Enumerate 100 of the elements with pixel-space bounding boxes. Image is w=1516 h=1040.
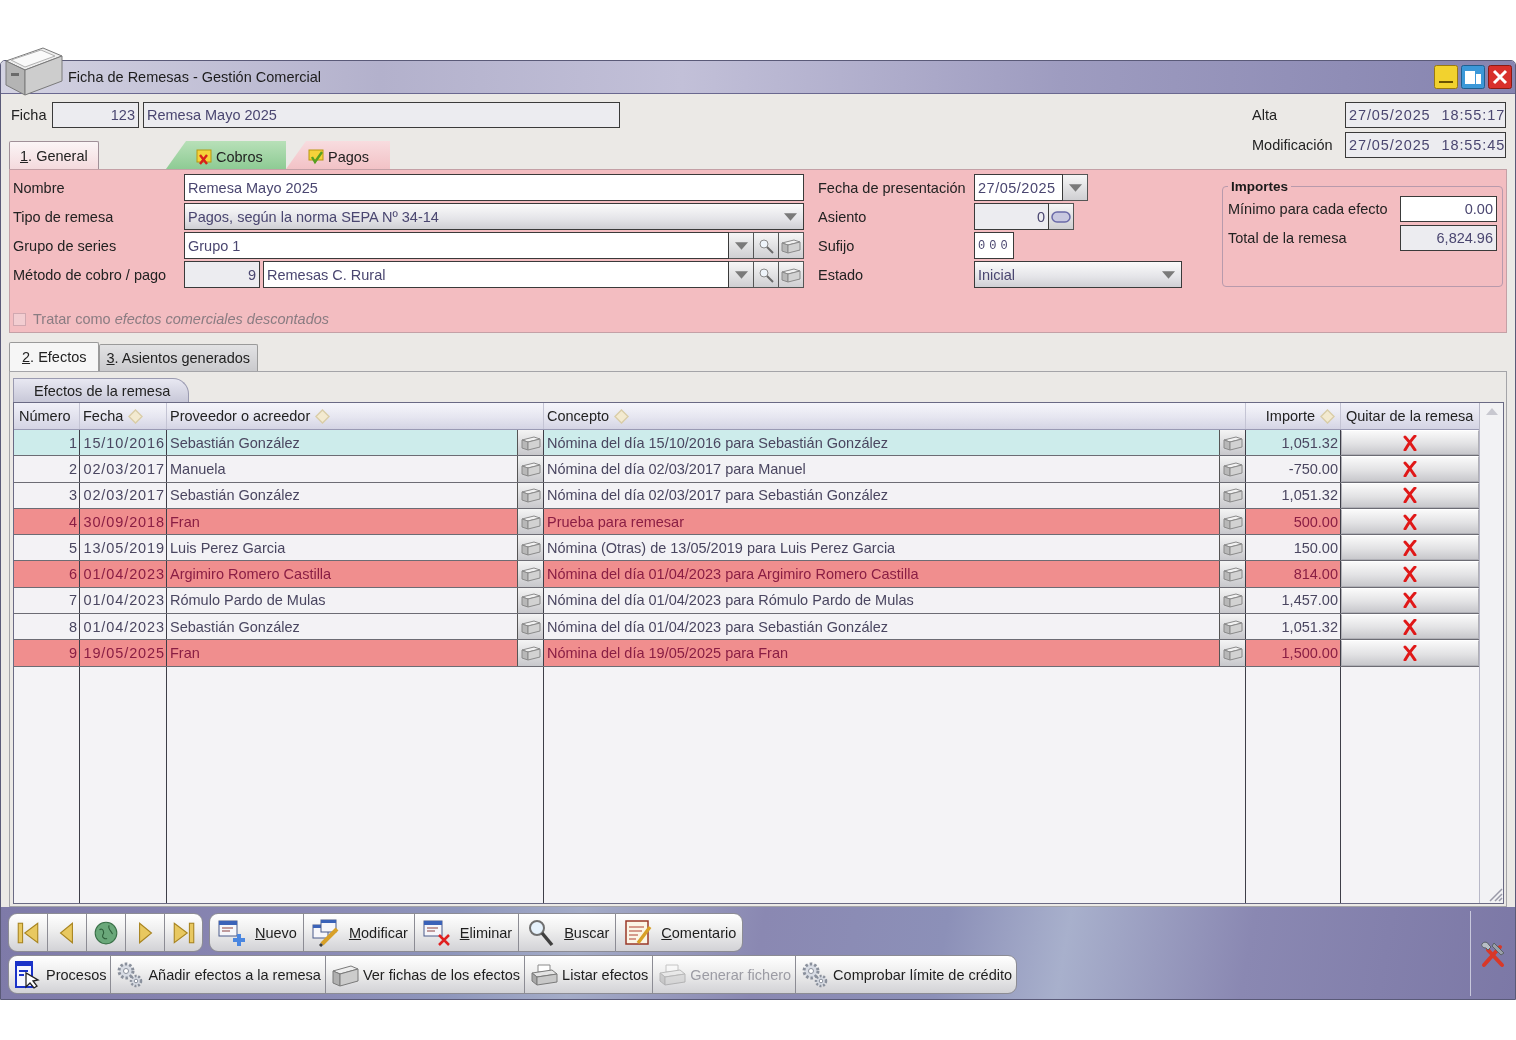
date-field[interactable]: 27/05/2025 [974,174,1063,201]
open-card-button[interactable] [517,587,543,614]
remove-button[interactable] [1341,614,1479,640]
remove-button[interactable] [1341,508,1479,535]
table-cell: Nómina del día 01/04/2023 para Argimiro Romero Castilla [547,566,919,583]
column-header[interactable]: Proveedor o acreedor [167,403,544,429]
column-header[interactable]: Fecha [80,403,167,429]
table-row[interactable]: 7 01/04/2023 Rómulo Pardo de Mulas Nómina del día 01/04/2023 para Rómulo Pardo de Mulas 1,457.00 [14,587,1479,615]
close-button[interactable] [1488,65,1512,89]
remove-button[interactable] [1341,430,1479,456]
globe-button[interactable] [86,913,125,952]
remove-button[interactable] [1341,482,1479,508]
restore-button[interactable] [1461,65,1485,89]
name-field[interactable]: Remesa Mayo 2025 [184,174,804,201]
table-cell: Sebastián González [170,434,300,451]
remove-button[interactable] [1341,561,1479,587]
open-card-button[interactable] [779,261,804,288]
next-record-button[interactable] [125,913,164,952]
first-record-button[interactable] [8,913,47,952]
search-button[interactable]: Buscar [518,913,616,952]
open-entry-button[interactable] [1049,203,1074,230]
total-amount-field: 6,824.96 [1400,225,1497,251]
minimum-amount-field[interactable]: 0.00 [1400,196,1497,222]
record-number-field[interactable]: 123 [52,102,139,128]
open-card-button[interactable] [779,232,804,259]
open-card-button[interactable] [1219,587,1245,614]
delete-button[interactable]: Eliminar [413,913,519,952]
open-card-button[interactable] [517,640,543,666]
column-header[interactable]: Concepto [544,403,1246,429]
table-row[interactable]: 2 02/03/2017 Manuela Nómina del día 02/03/2017 para Manuel -750.00 [14,456,1479,483]
minimize-button[interactable] [1434,65,1458,89]
tab[interactable]: 3. Asientos generados [98,344,258,371]
open-card-button[interactable] [517,456,543,482]
remove-button[interactable] [1341,587,1479,614]
box-icon [1222,460,1243,477]
gears-button[interactable]: Comprobar límite de crédito [795,955,1018,994]
open-card-button[interactable] [517,561,543,587]
search-button[interactable] [754,261,779,288]
edit-button[interactable]: Modificar [302,913,414,952]
gears-button[interactable]: Añadir efectos a la remesa [110,955,325,994]
method-field[interactable]: Remesas C. Rural [263,261,729,288]
table-row[interactable]: 9 19/05/2025 Fran Nómina del día 19/05/2025 para Fran 1,500.00 [14,640,1479,667]
previous-record-button[interactable] [47,913,86,952]
entry-field[interactable]: 0 [974,203,1049,230]
resize-grip-icon[interactable] [1489,888,1503,902]
open-card-button[interactable] [1219,561,1245,587]
method-code-field[interactable]: 9 [184,261,260,288]
table-cell: 01/04/2023 [80,587,167,614]
dropdown-button[interactable] [729,232,754,259]
field-label: Alta [1252,107,1278,123]
column-header[interactable]: Quitar de la remesa [1341,403,1479,429]
open-card-button[interactable] [1219,614,1245,640]
remove-button[interactable] [1341,640,1479,666]
column-header[interactable]: Número [14,403,80,429]
table-row[interactable]: 4 30/09/2018 Fran Prueba para remesar 500.00 [14,508,1479,536]
table-cell: Nómina del día 01/04/2023 para Rómulo Pardo de Mulas [547,592,914,609]
tab[interactable]: 1. General [9,141,99,169]
last-record-button[interactable] [164,913,203,952]
table-cell: Nómina (Otras) de 13/05/2019 para Luis Perez Garcia [547,539,896,556]
globe-icon [93,919,119,946]
open-card-button[interactable] [517,508,543,535]
table-row[interactable]: 5 13/05/2019 Luis Perez Garcia Nómina (Otras) de 13/05/2019 para Luis Perez Garcia 150.00 [14,535,1479,562]
printer-button[interactable]: Listar efectos [524,955,653,994]
status-dropdown[interactable]: Inicial [974,261,1182,288]
open-card-button[interactable] [517,430,543,456]
table-row[interactable]: 3 02/03/2017 Sebastián González Nómina del día 02/03/2017 para Sebastián González 1,051.32 [14,482,1479,509]
document-cursor-icon [14,960,42,989]
open-card-button[interactable] [1219,640,1245,666]
open-card-button[interactable] [1219,456,1245,482]
new-button[interactable]: Nuevo [209,913,303,952]
dropdown-button[interactable] [1063,174,1088,201]
open-card-button[interactable] [1219,482,1245,508]
open-card-button[interactable] [1219,508,1245,535]
column-header[interactable]: Importe [1246,403,1341,429]
record-name-field[interactable]: Remesa Mayo 2025 [143,102,620,128]
remove-button[interactable] [1341,535,1479,561]
processes-button[interactable]: Procesos [8,955,111,994]
table-row[interactable]: 6 01/04/2023 Argimiro Romero Castilla Nómina del día 01/04/2023 para Argimiro Romero Castilla 814.00 [14,561,1479,588]
open-card-button[interactable] [517,482,543,508]
tab[interactable]: Pagos [286,141,390,169]
remove-button[interactable] [1341,456,1479,482]
open-card-button[interactable] [1219,430,1245,456]
field-label: Ficha [10,107,48,123]
cabinet-button[interactable]: Ver fichas de los efectos [324,955,525,994]
open-card-button[interactable] [517,614,543,640]
tab[interactable]: 2. Efectos [9,342,99,371]
type-dropdown[interactable]: Pagos, según la norma SEPA Nº 34-14 [184,203,804,230]
window-plus-icon [218,918,246,947]
tab[interactable]: Efectos de la remesa [13,378,189,402]
series-field[interactable]: Grupo 1 [184,232,729,259]
scrollbar[interactable] [1479,403,1503,903]
dropdown-button[interactable] [729,261,754,288]
open-card-button[interactable] [517,535,543,561]
open-card-button[interactable] [1219,535,1245,561]
tab[interactable]: Cobros [166,141,286,169]
comment-button[interactable]: Comentario [615,913,744,952]
table-row[interactable]: 8 01/04/2023 Sebastián González Nómina del día 01/04/2023 para Sebastián González 1,051.32 [14,614,1479,641]
suffix-field[interactable]: 000 [974,232,1014,259]
search-button[interactable] [754,232,779,259]
table-row[interactable]: 1 15/10/2016 Sebastián González Nómina del día 15/10/2016 para Sebastián González 1,051.32 [14,430,1479,457]
